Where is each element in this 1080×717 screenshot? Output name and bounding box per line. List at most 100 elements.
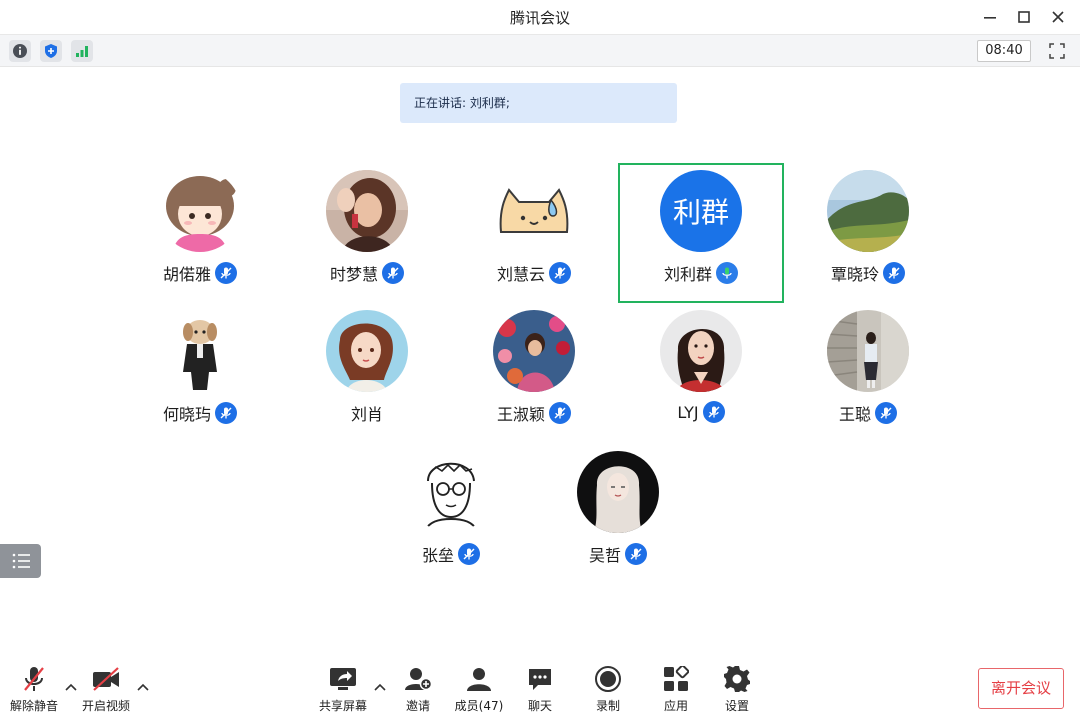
participant-tile-active-speaker[interactable]: 利群 刘利群 [618,163,784,303]
share-screen-label: 共享屏幕 [318,699,367,713]
close-button[interactable] [1044,4,1072,30]
leave-meeting-button[interactable]: 离开会议 [978,668,1064,709]
street-avatar [827,310,909,392]
mic-icon [215,262,237,284]
mic-icon [875,402,897,424]
participant-tile[interactable]: 吴哲 [535,444,701,584]
participant-tile[interactable]: 王聪 [785,303,951,443]
mic-speaking-icon [716,262,738,284]
unmute-button[interactable]: 解除静音 [4,665,64,714]
participant-tile[interactable]: 覃晓玲 [785,163,951,303]
mic-icon [215,402,237,424]
participant-name: 覃晓玲 [830,265,879,284]
participant-name-row: 刘利群 [618,261,784,285]
participant-name-row: 吴哲 [535,542,701,566]
share-options-caret[interactable] [373,681,387,693]
participant-name-row: 王淑颖 [451,401,617,425]
dog-avatar [159,310,241,392]
video-options-caret[interactable] [136,681,150,693]
chevron-up-icon [137,683,149,691]
participant-name: 何晓玙 [162,405,211,424]
mic-icon [625,543,647,565]
add-user-icon [404,665,432,693]
sketch-man-avatar [410,451,492,533]
mic-icon [702,401,725,423]
members-icon [465,665,493,693]
record-label: 录制 [595,699,620,713]
participant-name: LYJ [677,402,699,422]
participant-name-row: 张垒 [368,542,534,566]
participant-tile[interactable]: 胡偌雅 [117,163,283,303]
speaking-banner: 正在讲话: 刘利群; [400,83,677,123]
member-list-toggle[interactable] [0,544,41,578]
invite-button[interactable]: 邀请 [388,665,448,714]
participant-tile[interactable]: LYJ [618,303,784,443]
settings-button[interactable]: 设置 [707,665,767,714]
network-status-button[interactable] [71,40,93,62]
mic-muted-icon [21,665,47,693]
close-icon [1052,11,1064,23]
participant-name: 吴哲 [588,546,621,565]
mic-icon [549,262,571,284]
participant-tile[interactable]: 时梦慧 [284,163,450,303]
woman-avatar [660,310,742,392]
participant-name-row: 胡偌雅 [117,261,283,285]
participant-name-row: 时梦慧 [284,261,450,285]
participant-tile[interactable]: 刘肖 [284,303,450,443]
meeting-info-button[interactable] [9,40,31,62]
fullscreen-icon [1049,43,1065,59]
participant-tile[interactable]: 何晓玙 [117,303,283,443]
fullscreen-button[interactable] [1046,40,1068,62]
mic-icon [549,402,571,424]
settings-label: 设置 [724,699,749,713]
share-screen-icon [329,665,357,693]
chat-button[interactable]: 聊天 [510,665,570,714]
chevron-up-icon [374,683,386,691]
title-bar: 腾讯会议 [0,0,1080,34]
maximize-button[interactable] [1010,4,1038,30]
info-bar: 08:40 [0,34,1080,67]
participant-name: 胡偌雅 [162,265,211,284]
chat-icon [527,665,553,693]
minimize-button[interactable] [976,4,1004,30]
members-button[interactable]: 成员(47) [449,665,509,714]
chat-label: 聊天 [527,699,552,713]
text-avatar: 利群 [660,170,742,252]
participant-name-row: 王聪 [785,401,951,425]
mic-icon [382,262,404,284]
apps-icon [663,665,689,693]
participant-name: 张垒 [421,546,454,565]
maximize-icon [1018,11,1030,23]
participant-name-row: 覃晓玲 [785,261,951,285]
photo-avatar [326,170,408,252]
apps-button[interactable]: 应用 [646,665,706,714]
participant-tile[interactable]: 张垒 [368,444,534,584]
participant-tile[interactable]: 王淑颖 [451,303,617,443]
window-title: 腾讯会议 [509,9,570,27]
mic-icon [883,262,905,284]
flowers-avatar [493,310,575,392]
record-icon [594,665,622,693]
shield-icon [45,44,57,58]
participant-name: 刘慧云 [496,265,545,284]
cartoon-cat-avatar [493,170,575,252]
mic-icon [458,543,480,565]
participant-name-row: LYJ [618,401,784,423]
dark-hair-avatar [577,451,659,533]
security-button[interactable] [40,40,62,62]
members-label: 成员(47) [454,699,504,713]
start-video-button[interactable]: 开启视频 [76,665,136,714]
camera-off-icon [91,665,121,693]
meeting-window: 腾讯会议 08:40 正在讲话: 刘利群; 胡偌雅 时梦慧 刘慧云 利群 刘利群… [0,0,1080,717]
participant-name-row: 何晓玙 [117,401,283,425]
participant-name: 王聪 [838,405,871,424]
avatar-initials: 利群 [672,196,729,229]
share-screen-button[interactable]: 共享屏幕 [313,665,373,714]
meeting-timer: 08:40 [977,40,1031,62]
landscape-avatar [827,170,909,252]
participant-name: 刘利群 [663,265,712,284]
start-video-label: 开启视频 [81,699,130,713]
record-button[interactable]: 录制 [578,665,638,714]
participant-tile[interactable]: 刘慧云 [451,163,617,303]
participant-name-row: 刘肖 [284,401,450,425]
